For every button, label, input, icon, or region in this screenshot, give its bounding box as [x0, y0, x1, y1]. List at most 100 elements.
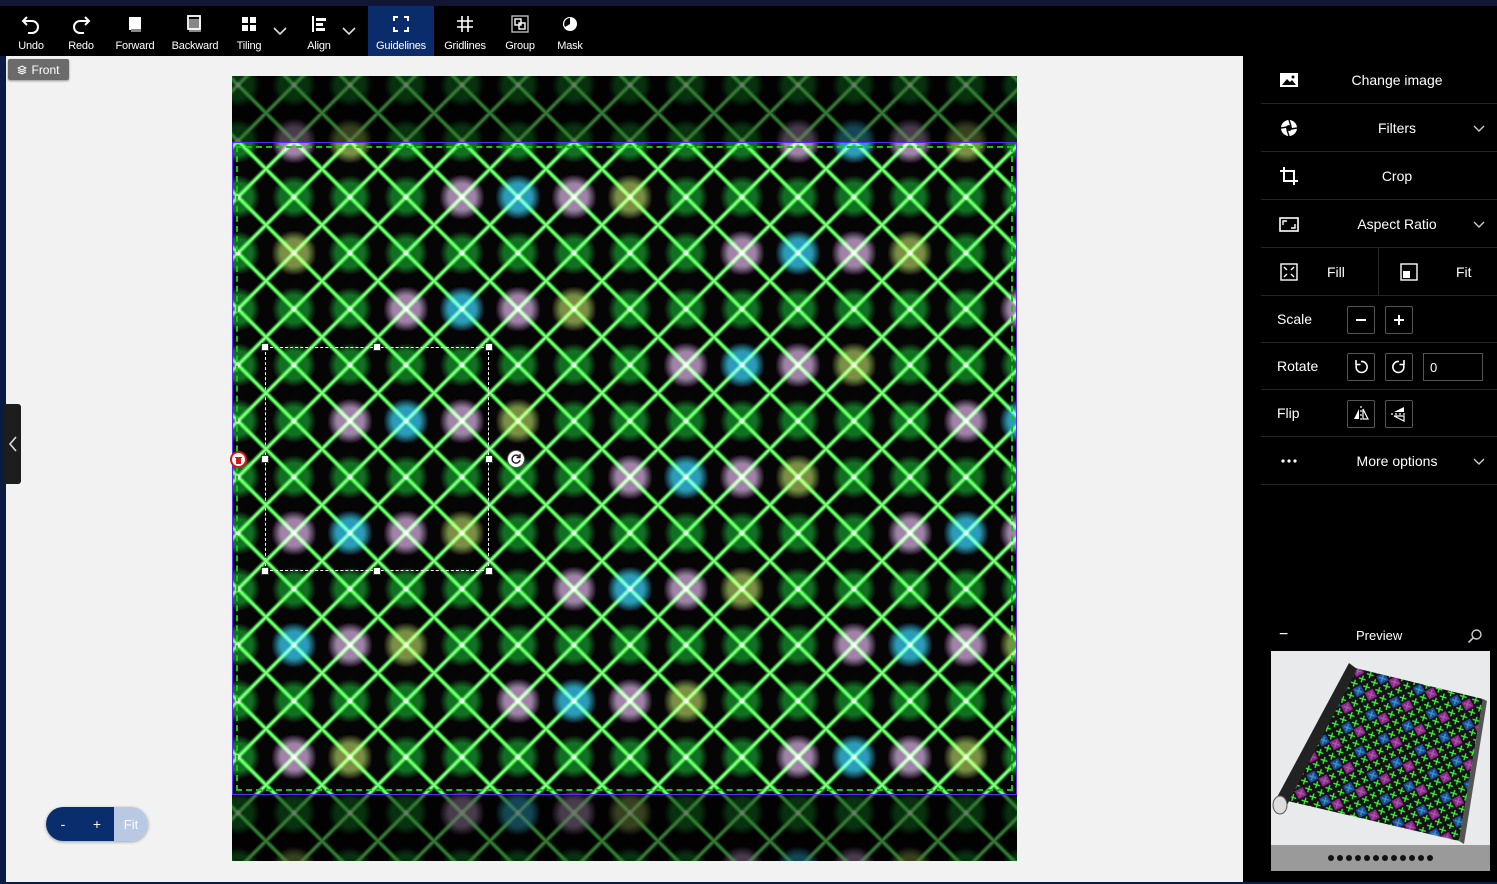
- preview-dot[interactable]: [1373, 855, 1379, 861]
- flip-horizontal-button[interactable]: [1347, 400, 1375, 428]
- preview-dot[interactable]: [1418, 855, 1424, 861]
- group-button[interactable]: Group: [498, 6, 542, 56]
- pattern-tint: [552, 287, 596, 331]
- align-button[interactable]: Align: [300, 6, 338, 56]
- change-image-button[interactable]: Change image: [1261, 56, 1497, 104]
- more-options-button[interactable]: More options: [1261, 437, 1497, 485]
- scale-up-button[interactable]: [1385, 306, 1413, 334]
- preview-dot[interactable]: [1409, 855, 1415, 861]
- undo-icon: [21, 16, 39, 34]
- pattern-tint: [496, 175, 540, 219]
- resize-handle-bottom-right[interactable]: [485, 567, 493, 575]
- pattern-tint: [1000, 287, 1017, 331]
- side-label: Front: [31, 62, 60, 77]
- pattern-tint: [608, 567, 652, 611]
- pattern-tint: [384, 623, 428, 667]
- rotate-left-button[interactable]: [1347, 353, 1375, 381]
- resize-handle-right[interactable]: [485, 455, 493, 463]
- zoom-out-button[interactable]: -: [46, 807, 80, 841]
- mask-icon: [563, 17, 577, 31]
- preview-dot[interactable]: [1346, 855, 1352, 861]
- preview-header: − Preview: [1261, 624, 1497, 648]
- preview-dot[interactable]: [1355, 855, 1361, 861]
- preview-dot[interactable]: [1382, 855, 1388, 861]
- fit-label: Fit: [1456, 263, 1472, 280]
- preview-dot[interactable]: [1337, 855, 1343, 861]
- pattern-tint: [272, 623, 316, 667]
- tiling-button[interactable]: Tiling: [230, 6, 268, 56]
- product-preview-image[interactable]: [1271, 651, 1490, 871]
- rotate-handle[interactable]: [507, 450, 525, 468]
- preview-dot[interactable]: [1400, 855, 1406, 861]
- pattern-tint: [496, 287, 540, 331]
- pattern-tint: [944, 399, 988, 443]
- flip-vertical-button[interactable]: [1385, 400, 1413, 428]
- preview-collapse-button[interactable]: −: [1279, 626, 1288, 644]
- zoom-in-button[interactable]: +: [80, 807, 114, 841]
- pattern-tint: [888, 623, 932, 667]
- tiling-chevron-down-icon[interactable]: [271, 24, 289, 38]
- gridlines-button[interactable]: Gridlines: [440, 6, 490, 56]
- gridlines-label: Gridlines: [444, 40, 486, 52]
- forward-button[interactable]: Forward: [110, 6, 160, 56]
- side-selector[interactable]: Front: [8, 59, 69, 80]
- crop-label: Crop: [1381, 167, 1413, 184]
- pattern-tint: [944, 511, 988, 555]
- group-icon: [511, 15, 529, 33]
- preview-dot[interactable]: [1391, 855, 1397, 861]
- aspect-ratio-label: Aspect Ratio: [1357, 215, 1437, 232]
- rotate-label: Rotate: [1277, 358, 1319, 374]
- pattern-tint: [440, 287, 484, 331]
- resize-handle-top[interactable]: [373, 343, 381, 351]
- pattern-tint: [272, 735, 316, 779]
- rotate-angle-input[interactable]: [1423, 353, 1483, 381]
- selection-box[interactable]: [265, 347, 489, 571]
- fill-button[interactable]: Fill: [1261, 247, 1379, 296]
- collapse-left-panel-button[interactable]: [4, 404, 21, 484]
- rotate-icon: [511, 454, 521, 464]
- pattern-tint: [888, 231, 932, 275]
- guidelines-button[interactable]: Guidelines: [368, 6, 434, 56]
- pattern-tint: [440, 175, 484, 219]
- group-label: Group: [505, 40, 535, 52]
- filters-button[interactable]: Filters: [1261, 104, 1497, 152]
- redo-icon: [73, 16, 91, 34]
- mask-button[interactable]: Mask: [550, 6, 590, 56]
- scale-down-button[interactable]: [1347, 306, 1375, 334]
- change-image-label: Change image: [1351, 71, 1443, 88]
- resize-handle-top-right[interactable]: [485, 343, 493, 351]
- delete-handle[interactable]: [230, 451, 247, 468]
- chevron-down-icon: [1473, 458, 1485, 465]
- tiling-label: Tiling: [236, 40, 262, 52]
- guidelines-icon: [393, 16, 409, 32]
- chevron-left-icon: [8, 436, 17, 452]
- crop-button[interactable]: Crop: [1261, 152, 1497, 200]
- resize-handle-bottom-left[interactable]: [261, 567, 269, 575]
- redo-label: Redo: [68, 40, 94, 52]
- rotate-right-button[interactable]: [1385, 353, 1413, 381]
- redo-button[interactable]: Redo: [61, 6, 101, 56]
- resize-handle-top-left[interactable]: [261, 343, 269, 351]
- search-icon[interactable]: [1467, 628, 1483, 644]
- resize-handle-bottom[interactable]: [373, 567, 381, 575]
- forward-label: Forward: [115, 40, 155, 52]
- fit-button[interactable]: Fit: [1379, 248, 1497, 296]
- filters-label: Filters: [1377, 119, 1417, 136]
- align-icon: [312, 16, 326, 32]
- pattern-tint: [720, 231, 764, 275]
- minus-icon: [1356, 319, 1366, 321]
- zoom-fit-button[interactable]: Fit: [114, 807, 148, 841]
- bleed-area-bottom: [232, 794, 1017, 861]
- preview-dot[interactable]: [1328, 855, 1334, 861]
- resize-handle-left[interactable]: [261, 455, 269, 463]
- backward-button[interactable]: Backward: [166, 6, 224, 56]
- preview-dot[interactable]: [1427, 855, 1433, 861]
- aspect-ratio-button[interactable]: Aspect Ratio: [1261, 200, 1497, 248]
- preview-dot[interactable]: [1364, 855, 1370, 861]
- pattern-tint: [776, 735, 820, 779]
- fill-label: Fill: [1327, 263, 1345, 280]
- align-chevron-down-icon[interactable]: [340, 24, 358, 38]
- undo-button[interactable]: Undo: [11, 6, 51, 56]
- pattern-tint: [720, 567, 764, 611]
- rotate-ccw-icon: [1355, 360, 1368, 374]
